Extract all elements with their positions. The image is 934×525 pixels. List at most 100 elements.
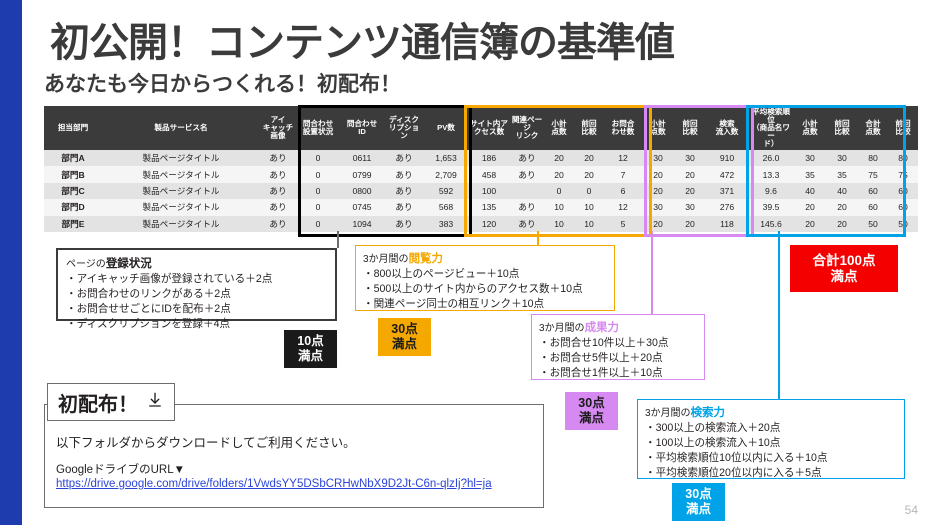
cell-search_inflow: 910 [706, 150, 748, 167]
cell-search_inflow: 371 [706, 182, 748, 200]
cell-dept: 部門C [44, 182, 102, 200]
th-inquiries: お問合 わせ数 [604, 106, 642, 150]
th-sub3-l2: 点数 [802, 127, 818, 136]
chip-results-l1: 30点 [578, 396, 605, 411]
slide-canvas: 初公開！コンテンツ通信簿の基準値 あなたも今日からつくれる！初配布！ 担当部門 … [0, 0, 934, 525]
cell-subtotal3: 20 [794, 199, 826, 216]
chip-registration-l2: 満点 [297, 349, 323, 363]
callout-search-head-prefix: 3か月間の [645, 408, 691, 419]
cell-prev1: 10 [574, 215, 604, 232]
table-row: 部門D 製品ページタイトル あり 0 0745 あり 568 135 あり 10 10 12 30 30 2… [44, 199, 918, 216]
list-item: ・関連ページ同士の相互リンク＋10点 [363, 298, 545, 311]
cell-search_inflow: 276 [706, 199, 748, 216]
cell-inquiries: 6 [604, 182, 642, 200]
download-url-link[interactable]: https://drive.google.com/drive/folders/1… [56, 478, 536, 490]
cell-internal_access: 458 [468, 166, 510, 183]
cell-contact_setup: 0 [296, 199, 340, 216]
cell-avg_rank: 13.3 [748, 166, 794, 183]
th-pv: PV数 [424, 106, 468, 150]
cell-prev1: 20 [574, 166, 604, 183]
cell-inquiries: 5 [604, 215, 642, 232]
list-item: ・500以上のサイト内からのアクセス数＋10点 [363, 283, 583, 296]
cell-product: 製品ページタイトル [102, 166, 260, 183]
cell-dept: 部門A [44, 150, 102, 167]
cell-prev_total: 60 [888, 199, 918, 216]
cell-pv: 592 [424, 182, 468, 200]
cell-prev_total: 75 [888, 166, 918, 183]
th-contact-setup-l2: 設置状況 [302, 127, 334, 136]
chip-views-score: 30点 満点 [378, 318, 431, 356]
list-item: ・お問合せ1件以上＋10点 [539, 367, 663, 380]
download-instruction: 以下フォルダからダウンロードしてご利用ください。 [56, 436, 356, 450]
cell-prev1: 10 [574, 199, 604, 216]
chip-registration-score: 10点 満点 [284, 330, 337, 368]
cell-total: 60 [858, 199, 888, 216]
cell-related_link: あり [510, 199, 544, 216]
cell-prev3: 20 [826, 199, 858, 216]
cell-dept: 部門B [44, 166, 102, 183]
cell-subtotal1: 10 [544, 215, 574, 232]
list-item: ・お問合せ10件以上＋30点 [539, 337, 669, 349]
callout-registration-list: ・アイキャッチ画像が登録されている＋2点 ・お問合わせのリンクがある＋2点 ・お… [66, 272, 327, 332]
cell-total: 50 [858, 215, 888, 232]
th-prev-results: 前回 比較 [674, 106, 706, 150]
cell-prev3: 40 [826, 182, 858, 200]
th-related-link: 関連ペー ジ リンク [510, 106, 544, 150]
cell-pv: 383 [424, 215, 468, 232]
table-row: 部門A 製品ページタイトル あり 0 0611 あり 1,653 186 あり 20 20 12 30 3… [44, 150, 918, 167]
cell-subtotal3: 35 [794, 166, 826, 183]
cell-prev_total: 80 [888, 150, 918, 167]
cell-avg_rank: 39.5 [748, 199, 794, 216]
th-inq-l2: わせ数 [611, 127, 635, 136]
table-header-row: 担当部門 製品サービス名 アイ キャッチ 画像 問合わせ 設置状況 問合わせ I… [44, 106, 918, 150]
th-subtotal-results: 小計 点数 [642, 106, 674, 150]
cell-inquiries: 12 [604, 150, 642, 167]
download-icon [146, 391, 164, 414]
callout-search-head: 3か月間の検索力 [645, 404, 897, 420]
callout-results-head: 3か月間の成果力 [539, 319, 697, 335]
callout-registration-head-prefix: ページの [66, 259, 106, 270]
list-item: ・平均検索順位20位以内に入る＋5点 [645, 467, 822, 480]
cell-avg_rank: 26.0 [748, 150, 794, 167]
th-internal-l2: クセス数 [473, 127, 505, 136]
cell-search_inflow: 118 [706, 215, 748, 232]
list-item: ・300以上の検索流入＋20点 [645, 422, 781, 434]
cell-prev2: 30 [674, 150, 706, 167]
table-row: 部門B 製品ページタイトル あり 0 0799 あり 2,709 458 あり 20 20 7 20 20… [44, 166, 918, 183]
cell-prev3: 30 [826, 150, 858, 167]
cell-total: 60 [858, 182, 888, 200]
connector-registration-v [337, 231, 339, 248]
cell-product: 製品ページタイトル [102, 182, 260, 200]
th-avgrank-l2: （商品名ワー [752, 122, 790, 141]
cell-prev3: 35 [826, 166, 858, 183]
callout-search: 3か月間の検索力 ・300以上の検索流入＋20点 ・100以上の検索流入＋10点… [637, 399, 905, 479]
cell-prev2: 20 [674, 215, 706, 232]
cell-pv: 568 [424, 199, 468, 216]
page-subtitle: あなたも今日からつくれる！初配布！ [44, 73, 401, 96]
cell-subtotal3: 40 [794, 182, 826, 200]
cell-dept: 部門E [44, 215, 102, 232]
cell-subtotal1: 20 [544, 150, 574, 167]
th-prev-l2: 比較 [581, 127, 597, 136]
chip-results-l2: 満点 [578, 411, 604, 425]
cell-avg_rank: 9.6 [748, 182, 794, 200]
scorecard-table-wrap: 担当部門 製品サービス名 アイ キャッチ 画像 問合わせ 設置状況 問合わせ I… [44, 105, 920, 237]
cell-prev2: 30 [674, 199, 706, 216]
cell-dept: 部門D [44, 199, 102, 216]
cell-inquiries: 12 [604, 199, 642, 216]
th-prev3-l2: 比較 [834, 127, 850, 136]
cell-contact_setup: 0 [296, 215, 340, 232]
cell-subtotal2: 20 [642, 182, 674, 200]
callout-views-head: 3か月間の閲覧力 [363, 250, 607, 266]
scorecard-table: 担当部門 製品サービス名 アイ キャッチ 画像 問合わせ 設置状況 問合わせ I… [44, 106, 918, 232]
cell-contact_id: 0800 [340, 182, 384, 200]
th-contact-setup: 問合わせ 設置状況 [296, 106, 340, 150]
cell-subtotal3: 20 [794, 215, 826, 232]
cell-subtotal1: 0 [544, 182, 574, 200]
callout-views-list: ・800以上のページビュー＋10点 ・500以上のサイト内からのアクセス数＋10… [363, 267, 607, 312]
th-eyecatch-l3: 画像 [270, 131, 286, 141]
cell-prev1: 0 [574, 182, 604, 200]
cell-prev_total: 60 [888, 182, 918, 200]
connector-search-v [778, 231, 780, 399]
callout-registration: ページの登録状況 ・アイキャッチ画像が登録されている＋2点 ・お問合わせのリンク… [56, 248, 337, 330]
